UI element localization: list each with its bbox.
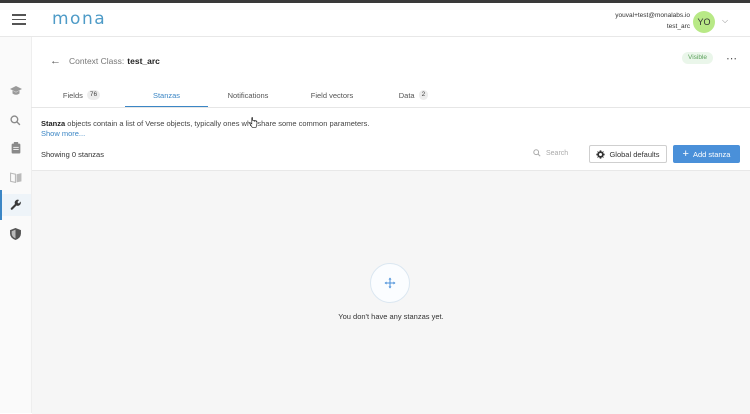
chevron-down-icon[interactable]: ⌵ [722,16,728,26]
search-icon [533,149,541,157]
tab-fields-label: Fields [62,90,83,100]
gear-icon [596,149,606,159]
tab-field-vectors-label: Field vectors [310,90,354,100]
mouse-cursor-icon [249,117,258,128]
hamburger-menu-icon[interactable] [12,14,26,25]
book-icon[interactable] [0,166,31,188]
sidebar [0,37,32,413]
plus-icon: + [682,148,689,160]
search-icon[interactable] [0,109,31,131]
show-more-link[interactable]: Show more... [41,129,85,138]
empty-state-panel: You don't have any stanzas yet. [32,170,750,414]
tab-field-vectors[interactable]: Field vectors [297,84,367,106]
search-placeholder: Search [546,149,569,157]
search-input[interactable]: Search [533,149,568,157]
user-email: youval+test@monalabs.io [615,12,690,19]
tab-notifications-label: Notifications [227,90,269,100]
move-arrows-icon [384,277,396,289]
back-arrow-icon[interactable]: ← [50,55,61,67]
clipboard-icon[interactable] [0,137,31,159]
tab-fields-count: 76 [86,90,101,100]
tab-notifications[interactable]: Notifications [214,84,282,106]
shield-icon[interactable] [0,223,31,245]
tab-data-label: Data [398,90,415,100]
user-workspace: test_arc [666,23,690,30]
tab-fields[interactable]: Fields 76 [54,84,109,106]
add-stanza-button[interactable]: + Add stanza [673,145,740,163]
context-class-name: test_arc [127,56,160,66]
global-defaults-label: Global defaults [609,149,660,159]
tab-bar: Fields 76 Stanzas Notifications Field ve… [31,84,750,108]
graduation-cap-icon[interactable] [0,80,31,102]
empty-state-icon-container [370,263,410,303]
tab-data[interactable]: Data 2 [391,84,436,106]
tab-stanzas-label: Stanzas [152,90,181,100]
context-class-label: Context Class: [69,56,125,66]
add-stanza-label: Add stanza [692,149,731,159]
page-header: ← Context Class: test_arc [50,54,160,68]
empty-state-message: You don't have any stanzas yet. [338,312,444,321]
stanza-term: Stanza [41,119,66,128]
status-badge: Visible [682,52,714,64]
app-logo[interactable]: mona [52,9,106,29]
global-defaults-button[interactable]: Global defaults [589,145,667,163]
top-bar: mona youval+test@monalabs.io test_arc YO… [0,3,750,37]
stanza-description-text: objects contain a list of Verse objects,… [65,119,370,128]
avatar[interactable]: YO [693,11,715,33]
user-info: youval+test@monalabs.io test_arc [615,10,690,32]
tab-data-count: 2 [418,90,429,100]
wrench-icon[interactable] [0,190,31,220]
stanza-count-text: Showing 0 stanzas [41,150,104,159]
more-options-icon[interactable]: ⋯ [726,52,737,65]
tab-stanzas[interactable]: Stanzas [125,84,208,107]
stanza-description: Stanza objects contain a list of Verse o… [41,119,370,128]
